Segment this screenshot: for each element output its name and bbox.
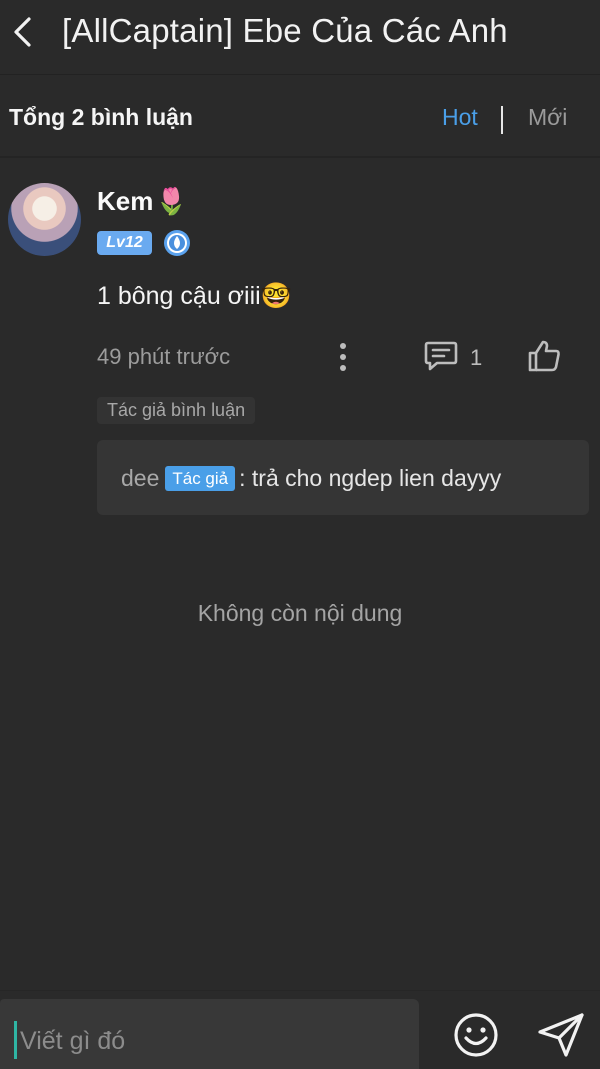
comment-filter-bar: Tổng 2 bình luận Hot Mới	[0, 80, 600, 158]
more-vertical-icon[interactable]	[333, 340, 353, 374]
username-text: Kem	[97, 186, 154, 216]
comment-total-label: Tổng 2 bình luận	[9, 104, 193, 130]
author-badge: Tác giả	[165, 466, 236, 491]
text-caret	[14, 1021, 17, 1059]
comment-input-container[interactable]	[0, 999, 419, 1069]
reply-text: : trả cho ngdep lien dayyy	[239, 465, 502, 491]
tab-hot[interactable]: Hot	[442, 104, 478, 131]
author-replied-tag: Tác giả bình luận	[97, 397, 256, 424]
back-button[interactable]	[6, 14, 42, 50]
reply-author-name: dee	[121, 465, 160, 491]
tab-divider	[501, 106, 503, 134]
chevron-left-icon	[14, 17, 31, 47]
level-badge: Lv12	[97, 231, 152, 255]
thumbs-up-icon[interactable]	[526, 338, 562, 374]
reply-preview[interactable]: dee Tác giả: trả cho ngdep lien dayyy	[97, 440, 589, 515]
comment-timestamp: 49 phút trước	[97, 344, 231, 369]
comment-input-bar	[0, 990, 600, 1069]
smiley-icon[interactable]	[452, 1011, 500, 1059]
comment-text: 1 bông cậu ơiii🤓	[97, 282, 292, 310]
reply-line: dee Tác giả: trả cho ngdep lien dayyy	[121, 465, 501, 492]
reply-count: 1	[470, 345, 483, 370]
avatar[interactable]	[8, 183, 81, 256]
send-icon[interactable]	[536, 1011, 586, 1059]
tab-new[interactable]: Mới	[528, 104, 567, 131]
end-of-content-note: Không còn nội dung	[197, 600, 403, 626]
comment-username[interactable]: Kem🌷	[97, 186, 188, 217]
comment-input[interactable]	[18, 1013, 412, 1069]
medal-icon	[163, 229, 191, 257]
page-title: [AllCaptain] Ebe Của Các Anh	[62, 12, 508, 49]
comment-icon[interactable]	[423, 339, 459, 373]
tulip-emoji: 🌷	[155, 186, 188, 216]
header-bar: [AllCaptain] Ebe Của Các Anh	[0, 0, 600, 75]
